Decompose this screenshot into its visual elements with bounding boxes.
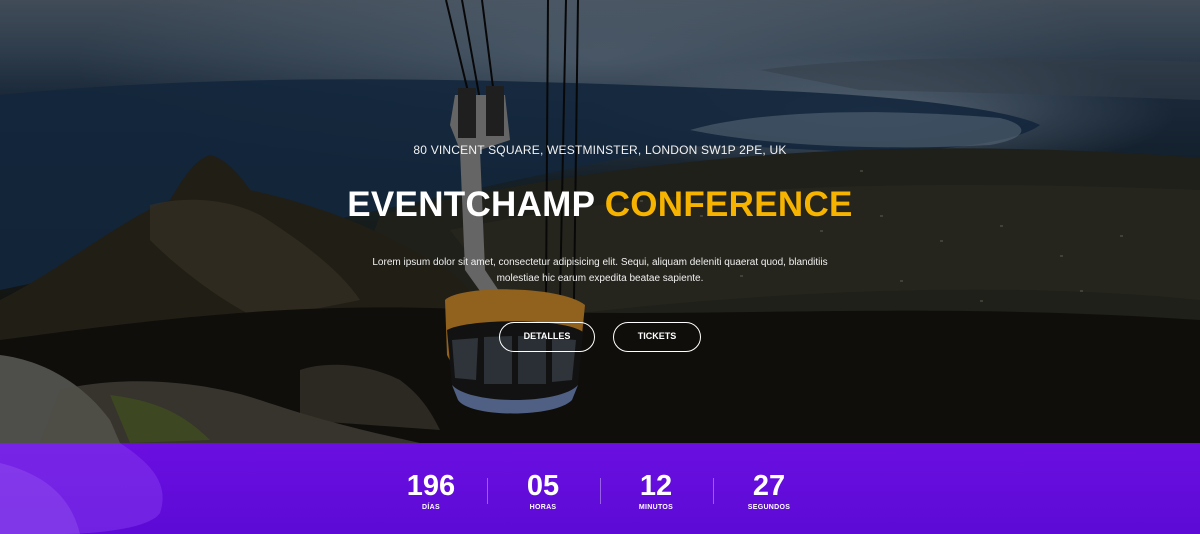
hero-content: 80 VINCENT SQUARE, WESTMINSTER, LONDON S… [0,0,1200,443]
countdown-seconds: 27 SEGUNDOS [714,471,824,511]
event-title: EVENTCHAMP CONFERENCE [0,185,1200,225]
countdown-minutes: 12 MINUTOS [601,471,711,511]
countdown-minutes-value: 12 [639,470,673,502]
countdown-seconds-label: SEGUNDOS [747,504,791,511]
event-title-main: EVENTCHAMP [347,185,595,224]
countdown-days-value: 196 [406,470,456,502]
event-title-accent: CONFERENCE [604,185,853,224]
countdown-seconds-value: 27 [752,470,786,502]
event-description: Lorem ipsum dolor sit amet, consectetur … [372,257,828,284]
countdown-days-label: DÍAS [422,504,440,511]
tickets-button[interactable]: TICKETS [613,322,701,352]
countdown-hours-value: 05 [526,470,560,502]
countdown-hours-label: HORAS [529,504,557,511]
hero-section: 80 VINCENT SQUARE, WESTMINSTER, LONDON S… [0,0,1200,443]
countdown-hours: 05 HORAS [488,471,598,511]
countdown-bar: 196 DÍAS 05 HORAS 12 MINUTOS 27 SEGUNDOS [0,443,1200,534]
countdown-minutes-label: MINUTOS [638,504,674,511]
countdown-rock-texture [0,443,163,534]
details-button[interactable]: DETALLES [499,322,595,352]
countdown-days: 196 DÍAS [376,471,486,511]
event-address: 80 VINCENT SQUARE, WESTMINSTER, LONDON S… [413,143,787,157]
